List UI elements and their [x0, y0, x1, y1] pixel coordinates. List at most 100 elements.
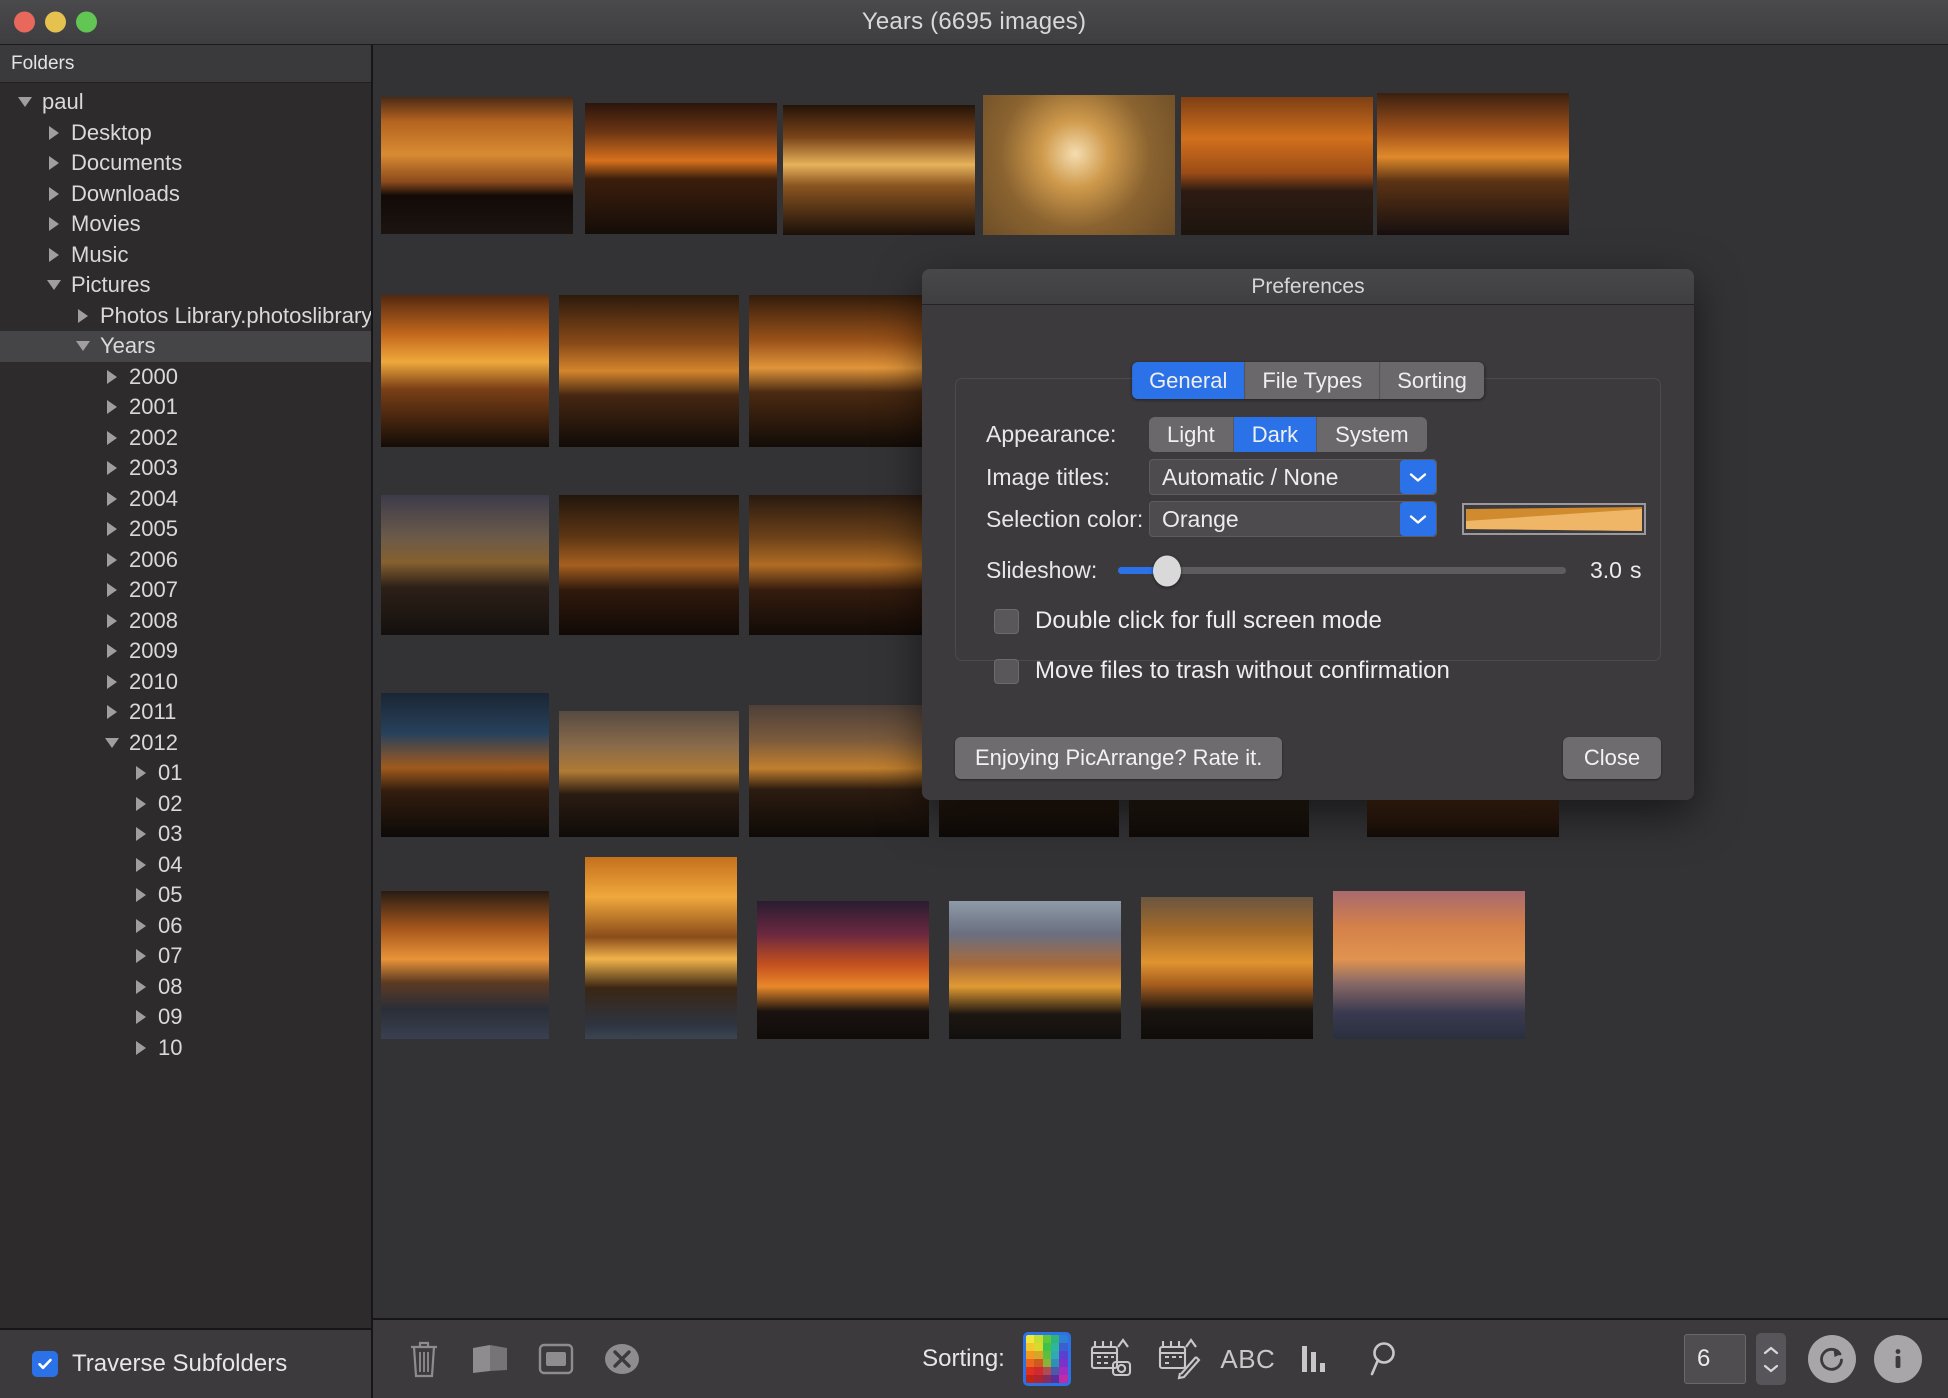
- folder-tree[interactable]: paul Desktop Documents Downloads Movies Music…: [0, 83, 371, 1328]
- tree-item[interactable]: 04: [0, 850, 371, 881]
- disclosure-triangle-closed-icon[interactable]: [101, 674, 123, 689]
- tree-item[interactable]: 07: [0, 941, 371, 972]
- disclosure-triangle-closed-icon[interactable]: [101, 400, 123, 415]
- rate-app-button[interactable]: Enjoying PicArrange? Rate it.: [955, 737, 1283, 779]
- window-icon[interactable]: [531, 1334, 581, 1384]
- minimize-window-button[interactable]: [45, 11, 66, 33]
- zoom-window-button[interactable]: [76, 11, 97, 33]
- tree-item[interactable]: 2002: [0, 423, 371, 454]
- tree-item[interactable]: 2001: [0, 392, 371, 423]
- thumbnail-image[interactable]: [749, 705, 929, 837]
- slideshow-slider-knob[interactable]: [1153, 555, 1182, 586]
- disclosure-triangle-closed-icon[interactable]: [130, 1040, 152, 1055]
- disclosure-triangle-closed-icon[interactable]: [130, 857, 152, 872]
- thumbnail-image[interactable]: [749, 495, 929, 635]
- traverse-subfolders-checkbox[interactable]: [32, 1351, 58, 1377]
- tree-item[interactable]: Downloads: [0, 179, 371, 210]
- disclosure-triangle-closed-icon[interactable]: [43, 247, 65, 262]
- tree-item[interactable]: 2012: [0, 728, 371, 759]
- thumbnail-image[interactable]: [585, 103, 777, 234]
- disclosure-triangle-closed-icon[interactable]: [43, 186, 65, 201]
- thumbnail-image[interactable]: [1141, 897, 1313, 1039]
- tree-item[interactable]: Documents: [0, 148, 371, 179]
- magnifier-icon[interactable]: [1357, 1333, 1411, 1385]
- appearance-option-light[interactable]: Light: [1149, 417, 1234, 452]
- disclosure-triangle-closed-icon[interactable]: [130, 949, 152, 964]
- tree-item[interactable]: 2011: [0, 697, 371, 728]
- disclosure-triangle-closed-icon[interactable]: [101, 705, 123, 720]
- tab-general[interactable]: General: [1132, 362, 1246, 399]
- close-circle-icon[interactable]: [597, 1334, 647, 1384]
- thumbnail-image[interactable]: [559, 495, 739, 635]
- close-button[interactable]: Close: [1563, 737, 1661, 779]
- tree-item[interactable]: 01: [0, 758, 371, 789]
- thumbnail-image[interactable]: [559, 711, 739, 837]
- disclosure-triangle-closed-icon[interactable]: [101, 552, 123, 567]
- tree-item[interactable]: 2009: [0, 636, 371, 667]
- image-titles-dropdown[interactable]: Automatic / None: [1149, 459, 1437, 495]
- tree-item[interactable]: 2008: [0, 606, 371, 637]
- tree-item[interactable]: 08: [0, 972, 371, 1003]
- tree-item[interactable]: 2003: [0, 453, 371, 484]
- tree-item[interactable]: Pictures: [0, 270, 371, 301]
- tree-item[interactable]: 09: [0, 1002, 371, 1033]
- disclosure-triangle-closed-icon[interactable]: [101, 522, 123, 537]
- fullscreen-checkbox[interactable]: [994, 608, 1019, 634]
- disclosure-triangle-closed-icon[interactable]: [43, 125, 65, 140]
- tree-item[interactable]: 2005: [0, 514, 371, 545]
- tree-item[interactable]: 2010: [0, 667, 371, 698]
- trash-icon[interactable]: [399, 1334, 449, 1384]
- disclosure-triangle-open-icon[interactable]: [14, 97, 36, 108]
- disclosure-triangle-open-icon[interactable]: [43, 280, 65, 291]
- thumbnail-image[interactable]: [381, 495, 549, 635]
- color-grid-icon[interactable]: [1022, 1332, 1071, 1386]
- disclosure-triangle-closed-icon[interactable]: [101, 369, 123, 384]
- refresh-icon[interactable]: [1808, 1335, 1856, 1383]
- disclosure-triangle-closed-icon[interactable]: [130, 827, 152, 842]
- disclosure-triangle-closed-icon[interactable]: [130, 796, 152, 811]
- tree-item[interactable]: Photos Library.photoslibrary: [0, 301, 371, 332]
- tree-item[interactable]: Music: [0, 240, 371, 271]
- tree-item[interactable]: 05: [0, 880, 371, 911]
- tree-item[interactable]: 2006: [0, 545, 371, 576]
- appearance-option-system[interactable]: System: [1317, 417, 1427, 452]
- disclosure-triangle-closed-icon[interactable]: [101, 583, 123, 598]
- trash-checkbox[interactable]: [994, 658, 1019, 684]
- tree-item[interactable]: Desktop: [0, 118, 371, 149]
- disclosure-triangle-closed-icon[interactable]: [101, 430, 123, 445]
- thumbnail-image[interactable]: [757, 901, 929, 1039]
- tree-item[interactable]: Years: [0, 331, 371, 362]
- tree-item[interactable]: paul: [0, 87, 371, 118]
- thumbnail-image[interactable]: [1333, 891, 1525, 1039]
- thumbnail-image[interactable]: [585, 857, 737, 1039]
- abc-icon[interactable]: ABC: [1220, 1333, 1275, 1385]
- tree-item[interactable]: Movies: [0, 209, 371, 240]
- disclosure-triangle-closed-icon[interactable]: [130, 979, 152, 994]
- histogram-icon[interactable]: [1289, 1333, 1343, 1385]
- thumbnail-image[interactable]: [381, 891, 549, 1039]
- disclosure-triangle-closed-icon[interactable]: [101, 613, 123, 628]
- close-window-button[interactable]: [14, 11, 35, 33]
- tree-item[interactable]: 03: [0, 819, 371, 850]
- thumbnail-image[interactable]: [381, 693, 549, 837]
- tree-item[interactable]: 2007: [0, 575, 371, 606]
- info-icon[interactable]: [1874, 1335, 1922, 1383]
- tree-item[interactable]: 10: [0, 1033, 371, 1064]
- disclosure-triangle-closed-icon[interactable]: [130, 1010, 152, 1025]
- disclosure-triangle-closed-icon[interactable]: [43, 156, 65, 171]
- thumbnail-image[interactable]: [949, 901, 1121, 1039]
- disclosure-triangle-open-icon[interactable]: [101, 737, 123, 748]
- thumbnail-image[interactable]: [381, 97, 573, 234]
- tab-file-types[interactable]: File Types: [1245, 362, 1381, 399]
- disclosure-triangle-closed-icon[interactable]: [130, 766, 152, 781]
- selection-color-swatch[interactable]: [1462, 503, 1646, 535]
- thumbnail-image[interactable]: [983, 95, 1175, 235]
- disclosure-triangle-closed-icon[interactable]: [72, 308, 94, 323]
- disclosure-triangle-closed-icon[interactable]: [130, 888, 152, 903]
- tree-item[interactable]: 2004: [0, 484, 371, 515]
- tree-item[interactable]: 02: [0, 789, 371, 820]
- disclosure-triangle-closed-icon[interactable]: [101, 461, 123, 476]
- calendar-edit-icon[interactable]: [1153, 1333, 1207, 1385]
- tree-item[interactable]: 06: [0, 911, 371, 942]
- tab-sorting[interactable]: Sorting: [1380, 362, 1484, 399]
